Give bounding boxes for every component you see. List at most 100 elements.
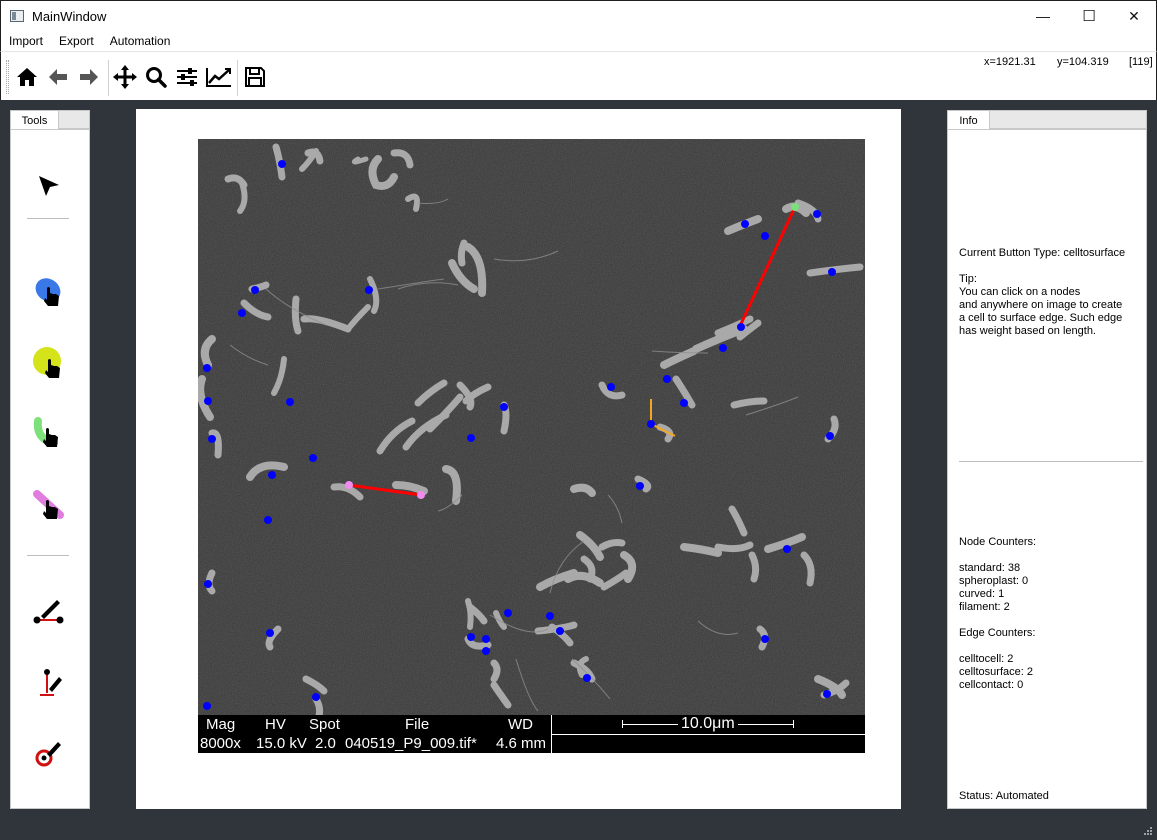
edit-axis-icon[interactable] xyxy=(206,65,232,89)
toolbar: x=1921.31 y=104.319 [119] xyxy=(0,51,1157,100)
standard-node xyxy=(365,286,373,294)
info-panel: Info Current Button Type: celltosurface … xyxy=(947,110,1147,809)
standard-node xyxy=(238,309,246,317)
meta-label-wd: WD xyxy=(508,716,533,733)
menu-automation[interactable]: Automation xyxy=(102,31,179,51)
tool-separator xyxy=(27,218,69,219)
tip-text: Tip: You can click on a nodes and anywhe… xyxy=(959,273,1123,337)
info-separator xyxy=(959,461,1143,462)
cell-to-cell-edge-tool-icon[interactable] xyxy=(29,591,69,631)
edge-counters-title: Edge Counters: xyxy=(959,627,1036,639)
pixel-value-readout: [119] xyxy=(1129,56,1153,68)
standard-node xyxy=(813,210,821,218)
standard-node xyxy=(761,635,769,643)
bacterium xyxy=(714,541,754,553)
bacterium xyxy=(351,156,369,165)
tab-bar-filler xyxy=(58,110,90,129)
toolbar-grip[interactable] xyxy=(6,60,9,94)
standard-node xyxy=(312,693,320,701)
configure-subplots-icon[interactable] xyxy=(175,65,199,89)
filament-node xyxy=(345,481,353,489)
standard-node xyxy=(546,612,554,620)
standard-node xyxy=(309,454,317,462)
current-button-type: Current Button Type: celltosurface xyxy=(959,247,1126,259)
select-pointer-icon[interactable] xyxy=(29,166,69,206)
tab-tools[interactable]: Tools xyxy=(10,110,59,130)
curved-node-tool-icon[interactable] xyxy=(29,414,69,454)
standard-node xyxy=(482,647,490,655)
tab-info[interactable]: Info xyxy=(947,110,990,130)
standard-node xyxy=(208,435,216,443)
standard-node xyxy=(204,397,212,405)
standard-node xyxy=(583,674,591,682)
standard-node xyxy=(636,482,644,490)
standard-node xyxy=(663,375,671,383)
menu-export[interactable]: Export xyxy=(51,31,102,51)
standard-node xyxy=(680,399,688,407)
meta-value-hv: 15.0 kV xyxy=(256,735,307,752)
title-bar: MainWindow — ☐ ✕ xyxy=(0,0,1157,31)
standard-node xyxy=(482,635,490,643)
spheroplast-node-tool-icon[interactable] xyxy=(29,343,69,383)
app-icon xyxy=(10,10,24,22)
y-coordinate-readout: y=104.319 xyxy=(1057,56,1109,68)
scale-bar-tick xyxy=(622,720,623,728)
standard-node xyxy=(828,268,836,276)
standard-node xyxy=(556,627,564,635)
menu-import[interactable]: Import xyxy=(1,31,51,51)
standard-node xyxy=(268,471,276,479)
standard-node xyxy=(741,220,749,228)
zoom-icon[interactable] xyxy=(144,65,168,89)
standard-node xyxy=(761,232,769,240)
standard-node xyxy=(823,690,831,698)
standard-node xyxy=(203,364,211,372)
back-arrow-icon[interactable] xyxy=(46,65,70,89)
maximize-button[interactable]: ☐ xyxy=(1066,1,1112,31)
cell-to-surface-edge-tool-icon[interactable] xyxy=(29,662,69,702)
standard-node xyxy=(467,434,475,442)
close-button[interactable]: ✕ xyxy=(1111,1,1157,31)
info-body: Current Button Type: celltosurface Tip: … xyxy=(947,129,1147,809)
edge-counters: celltocell: 2 celltosurface: 2 cellconta… xyxy=(959,653,1033,691)
curved-node xyxy=(791,203,799,211)
meta-label-mag: Mag xyxy=(206,716,236,733)
standard-node xyxy=(204,580,212,588)
toolbar-separator xyxy=(237,60,238,96)
filament-node-tool-icon[interactable] xyxy=(29,486,69,526)
node-counters-title: Node Counters: xyxy=(959,536,1037,548)
home-icon[interactable] xyxy=(15,65,39,89)
bacterium xyxy=(457,239,468,267)
x-coordinate-readout: x=1921.31 xyxy=(984,56,1036,68)
standard-node xyxy=(286,398,294,406)
standard-node xyxy=(467,633,475,641)
node-counters: standard: 38 spheroplast: 0 curved: 1 fi… xyxy=(959,562,1029,613)
meta-value-file: 040519_P9_009.tif* xyxy=(345,735,477,752)
standard-node xyxy=(203,702,211,710)
filament-node xyxy=(417,491,425,499)
standard-node xyxy=(264,516,272,524)
forward-arrow-icon[interactable] xyxy=(77,65,101,89)
micrograph-svg[interactable] xyxy=(198,139,865,753)
standard-node-tool-icon[interactable] xyxy=(29,271,69,311)
bacterium xyxy=(490,659,501,683)
bacterium xyxy=(291,295,302,335)
resize-grip-icon[interactable] xyxy=(1143,826,1153,836)
bacterium xyxy=(465,598,474,630)
meta-value-spot: 2.0 xyxy=(315,735,336,752)
bacterium xyxy=(730,397,768,409)
cell-contact-tool-icon[interactable] xyxy=(29,733,69,773)
sem-micrograph[interactable] xyxy=(198,139,865,753)
bacterium xyxy=(748,551,760,583)
standard-node xyxy=(647,420,655,428)
minimize-button[interactable]: — xyxy=(1020,1,1066,31)
pan-icon[interactable] xyxy=(113,65,137,89)
toolbar-separator xyxy=(108,60,109,96)
scale-bar-tick xyxy=(793,720,794,728)
meta-value-wd: 4.6 mm xyxy=(496,735,547,752)
meta-label-spot: Spot xyxy=(309,716,340,733)
standard-node xyxy=(719,344,727,352)
tool-separator xyxy=(27,555,69,556)
window-title: MainWindow xyxy=(32,9,107,24)
standard-node xyxy=(737,323,745,331)
save-icon[interactable] xyxy=(243,65,267,89)
